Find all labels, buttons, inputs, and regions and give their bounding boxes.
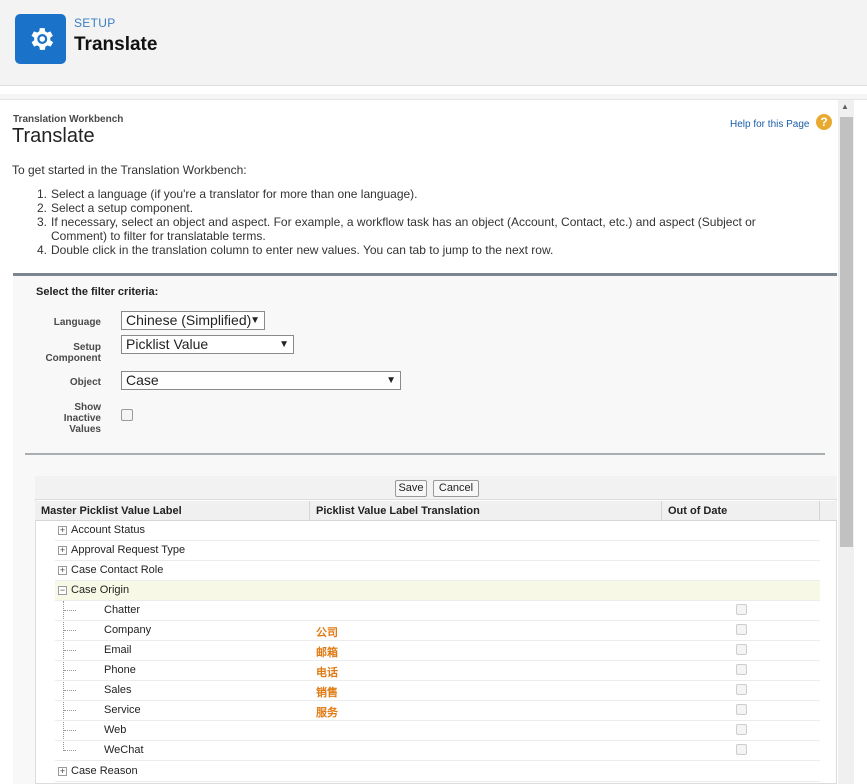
gear-icon <box>15 14 66 64</box>
table-row[interactable]: Web <box>55 721 820 741</box>
picklist-row-case-contact-role[interactable]: + Case Contact Role <box>55 561 820 581</box>
out-of-date-checkbox[interactable] <box>736 704 747 715</box>
translation-cell[interactable]: 服务 <box>316 704 338 720</box>
chevron-down-icon: ▼ <box>279 339 289 350</box>
filter-heading: Select the filter criteria: <box>36 286 159 298</box>
help-link[interactable]: Help for this Page <box>730 119 810 130</box>
translation-cell[interactable]: 电话 <box>316 664 338 680</box>
page-title: Translate <box>12 125 95 147</box>
scroll-up-arrow-icon[interactable]: ▲ <box>841 102 849 111</box>
expand-plus-icon[interactable]: + <box>58 566 67 575</box>
out-of-date-checkbox[interactable] <box>736 744 747 755</box>
step-item: 3. If necessary, select an object and asp… <box>37 215 756 243</box>
step-item: 1. Select a language (if you're a transla… <box>37 187 418 201</box>
expand-plus-icon[interactable]: + <box>58 767 67 776</box>
object-label: Object <box>69 377 101 388</box>
header-divider <box>0 94 867 100</box>
translation-cell[interactable]: 邮箱 <box>316 644 338 660</box>
header-title: Translate <box>74 34 158 55</box>
expand-plus-icon[interactable]: + <box>58 526 67 535</box>
picklist-row-case-origin[interactable]: − Case Origin <box>55 581 820 601</box>
out-of-date-checkbox[interactable] <box>736 624 747 635</box>
out-of-date-checkbox[interactable] <box>736 644 747 655</box>
translation-cell[interactable]: 销售 <box>316 684 338 700</box>
breadcrumb: Translation Workbench <box>13 114 124 125</box>
step-item: 2. Select a setup component. <box>37 201 194 215</box>
intro-text: To get started in the Translation Workbe… <box>12 163 247 177</box>
table-row[interactable]: Sales 销售 <box>55 681 820 701</box>
cancel-button[interactable]: Cancel <box>433 480 479 497</box>
save-button[interactable]: Save <box>395 480 427 497</box>
picklist-row-account-status[interactable]: + Account Status <box>55 521 820 541</box>
object-select[interactable]: Case ▼ <box>121 371 401 390</box>
column-header-translation[interactable]: Picklist Value Label Translation <box>310 501 662 521</box>
scrollbar-thumb[interactable] <box>840 117 853 547</box>
translation-cell[interactable]: 公司 <box>316 624 338 640</box>
table-row[interactable]: Email 邮箱 <box>55 641 820 661</box>
out-of-date-checkbox[interactable] <box>736 684 747 695</box>
show-inactive-checkbox[interactable] <box>121 409 133 421</box>
chevron-down-icon: ▼ <box>250 315 260 326</box>
column-header-out-of-date[interactable]: Out of Date <box>662 501 820 521</box>
table-row[interactable]: Company 公司 <box>55 621 820 641</box>
setup-label: SETUP <box>74 16 116 30</box>
language-label: Language <box>53 317 101 328</box>
expand-plus-icon[interactable]: + <box>58 546 67 555</box>
filter-divider <box>25 453 825 455</box>
show-inactive-label: Show Inactive Values <box>63 402 101 435</box>
step-item: 4. Double click in the translation column… <box>37 243 554 257</box>
help-icon[interactable]: ? <box>816 114 832 130</box>
setup-component-select[interactable]: Picklist Value ▼ <box>121 335 294 354</box>
column-header-master-label[interactable]: Master Picklist Value Label <box>35 501 310 521</box>
instructions-list: 1. Select a language (if you're a transla… <box>37 187 807 257</box>
language-select[interactable]: Chinese (Simplified) ▼ <box>121 311 265 330</box>
out-of-date-checkbox[interactable] <box>736 604 747 615</box>
gear-icon-svg <box>31 28 53 50</box>
table-row[interactable]: Phone 电话 <box>55 661 820 681</box>
collapse-minus-icon[interactable]: − <box>58 586 67 595</box>
table-row[interactable]: WeChat <box>55 741 820 761</box>
setup-header: SETUP Translate <box>0 0 867 86</box>
table-row[interactable]: Service 服务 <box>55 701 820 721</box>
out-of-date-checkbox[interactable] <box>736 664 747 675</box>
out-of-date-checkbox[interactable] <box>736 724 747 735</box>
picklist-row-approval-request-type[interactable]: + Approval Request Type <box>55 541 820 561</box>
table-row[interactable]: Chatter <box>55 601 820 621</box>
setup-component-label: Setup Component <box>45 342 101 364</box>
picklist-row-case-reason[interactable]: + Case Reason <box>55 762 820 782</box>
chevron-down-icon: ▼ <box>386 375 396 386</box>
